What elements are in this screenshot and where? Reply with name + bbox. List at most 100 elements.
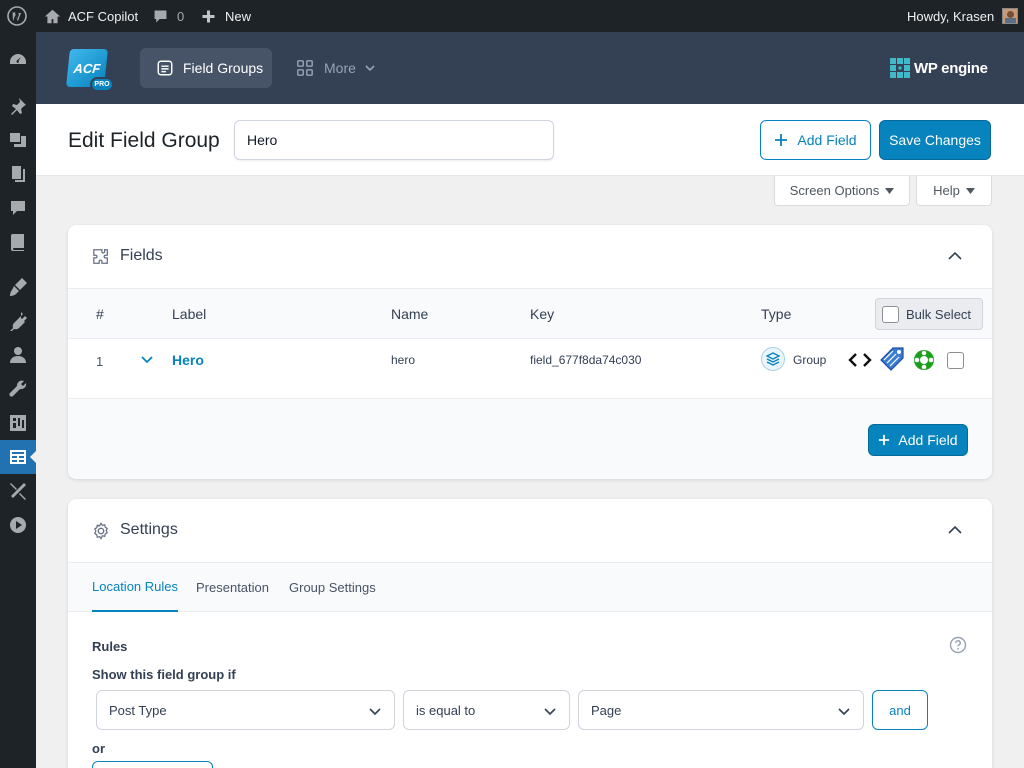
greeting-text: Howdy, Krasen (907, 8, 995, 24)
and-button[interactable]: and (872, 690, 928, 730)
acf-header: ACF PRO Field Groups More WP engine (36, 32, 1024, 104)
bulk-select-button[interactable]: Bulk Select (875, 298, 983, 330)
fields-panel: Fields # Label Name Key Type Bulk Select… (68, 225, 992, 479)
table-row[interactable]: 1 Hero hero field_677f8da74c030 Group (68, 339, 992, 399)
add-rule-group-button[interactable] (92, 761, 213, 768)
tab-group-settings[interactable]: Group Settings (289, 563, 376, 612)
group-type-icon (761, 347, 785, 371)
rule-value-value: Page (591, 702, 622, 718)
logo-text: ACF (72, 60, 102, 76)
nav-more[interactable]: More (288, 48, 378, 88)
help-label: Help (933, 183, 960, 198)
dashboard-icon[interactable] (0, 43, 36, 77)
settings-icon[interactable] (0, 406, 36, 440)
chevron-down-icon (369, 708, 381, 716)
my-account-link[interactable]: Howdy, Krasen (907, 0, 1019, 32)
comments-icon[interactable] (0, 191, 36, 225)
row-name: hero (391, 353, 416, 367)
settings-panel-header[interactable]: Settings (68, 499, 992, 563)
rule-param-value: Post Type (109, 702, 167, 718)
rule-value-select[interactable]: Page (578, 690, 864, 730)
settings-panel-title: Settings (120, 521, 178, 538)
code-brackets-icon[interactable] (848, 348, 872, 372)
col-type: Type (761, 306, 792, 322)
brand-text: WP engine (914, 59, 988, 77)
fields-panel-title: Fields (120, 247, 163, 264)
rule-operator-select[interactable]: is equal to (403, 690, 570, 730)
logo-pro-badge: PRO (90, 77, 114, 92)
add-field-header-label: Add Field (797, 132, 857, 148)
crossed-tools-icon[interactable] (0, 474, 36, 508)
screen-options-tab[interactable]: Screen Options (774, 176, 910, 206)
chevron-down-icon (364, 62, 376, 74)
help-circle-icon[interactable] (949, 636, 967, 654)
wordpress-logo-icon[interactable] (7, 0, 27, 32)
rule-param-select[interactable]: Post Type (96, 690, 395, 730)
acf-logo[interactable]: ACF PRO (66, 47, 116, 95)
admin-bar: ACF Copilot 0 New Howdy, Krasen (0, 0, 1024, 32)
play-circle-icon[interactable] (0, 508, 36, 542)
acf-field-groups-menu-icon[interactable] (0, 440, 36, 474)
field-group-title-input[interactable]: Hero (234, 120, 554, 160)
pin-icon[interactable] (0, 89, 36, 123)
puzzle-icon (92, 248, 110, 266)
chevron-up-icon[interactable] (948, 525, 962, 535)
grid-icon (296, 59, 314, 77)
plus-icon (201, 9, 216, 24)
users-icon[interactable] (0, 338, 36, 372)
book-icon[interactable] (0, 225, 36, 259)
col-name: Name (391, 306, 429, 322)
caret-down-icon (965, 187, 975, 194)
save-changes-label: Save Changes (889, 132, 981, 148)
admin-sidebar (0, 32, 36, 768)
new-content-link[interactable]: New (201, 0, 251, 32)
row-num: 1 (96, 354, 104, 369)
plus-icon (774, 133, 788, 147)
chevron-up-icon[interactable] (948, 251, 962, 261)
page-title: Edit Field Group (68, 129, 220, 152)
chevron-down-icon (838, 708, 850, 716)
chevron-down-icon[interactable] (141, 356, 153, 364)
lifebuoy-icon[interactable] (912, 348, 936, 372)
tab-presentation[interactable]: Presentation (196, 563, 269, 612)
row-key: field_677f8da74c030 (530, 353, 642, 367)
appearance-icon[interactable] (0, 270, 36, 304)
row-select-checkbox[interactable] (947, 352, 964, 369)
site-name-link[interactable]: ACF Copilot (44, 0, 138, 32)
pages-icon[interactable] (0, 157, 36, 191)
row-label-link[interactable]: Hero (172, 352, 204, 368)
fields-panel-header[interactable]: Fields (68, 225, 992, 289)
comment-bubble-icon (152, 8, 169, 25)
blue-tag-icon[interactable] (878, 345, 906, 373)
nav-field-groups-label: Field Groups (183, 60, 264, 76)
tab-location-rules[interactable]: Location Rules (92, 563, 178, 612)
nav-field-groups[interactable]: Field Groups (140, 48, 272, 88)
plugins-icon[interactable] (0, 304, 36, 338)
add-field-header-button[interactable]: Add Field (760, 120, 871, 160)
chevron-down-icon (544, 708, 556, 716)
rules-label: Rules (92, 639, 128, 654)
tools-icon[interactable] (0, 372, 36, 406)
wp-engine-logo[interactable]: WP engine (890, 58, 988, 78)
field-groups-icon (156, 59, 174, 77)
plus-icon (878, 434, 890, 446)
col-label: Label (172, 306, 207, 322)
wp-engine-grid-icon (890, 58, 910, 78)
comments-link[interactable]: 0 (152, 0, 184, 32)
media-icon[interactable] (0, 123, 36, 157)
settings-tabs: Location Rules Presentation Group Settin… (68, 563, 992, 612)
help-tab[interactable]: Help (916, 176, 992, 206)
fields-table-header: # Label Name Key Type Bulk Select (68, 289, 992, 339)
bulk-select-checkbox[interactable] (882, 305, 899, 323)
bulk-select-label: Bulk Select (906, 306, 972, 322)
site-name: ACF Copilot (68, 8, 139, 24)
save-changes-button[interactable]: Save Changes (879, 120, 991, 160)
screen-options-label: Screen Options (789, 183, 880, 198)
or-label: or (92, 741, 105, 756)
title-bar: Edit Field Group Hero Add Field Save Cha… (36, 104, 1024, 176)
add-field-footer-button[interactable]: Add Field (868, 424, 968, 456)
comments-count: 0 (177, 8, 185, 24)
and-label: and (889, 702, 911, 718)
col-num: # (96, 306, 104, 322)
new-label: New (225, 8, 252, 24)
